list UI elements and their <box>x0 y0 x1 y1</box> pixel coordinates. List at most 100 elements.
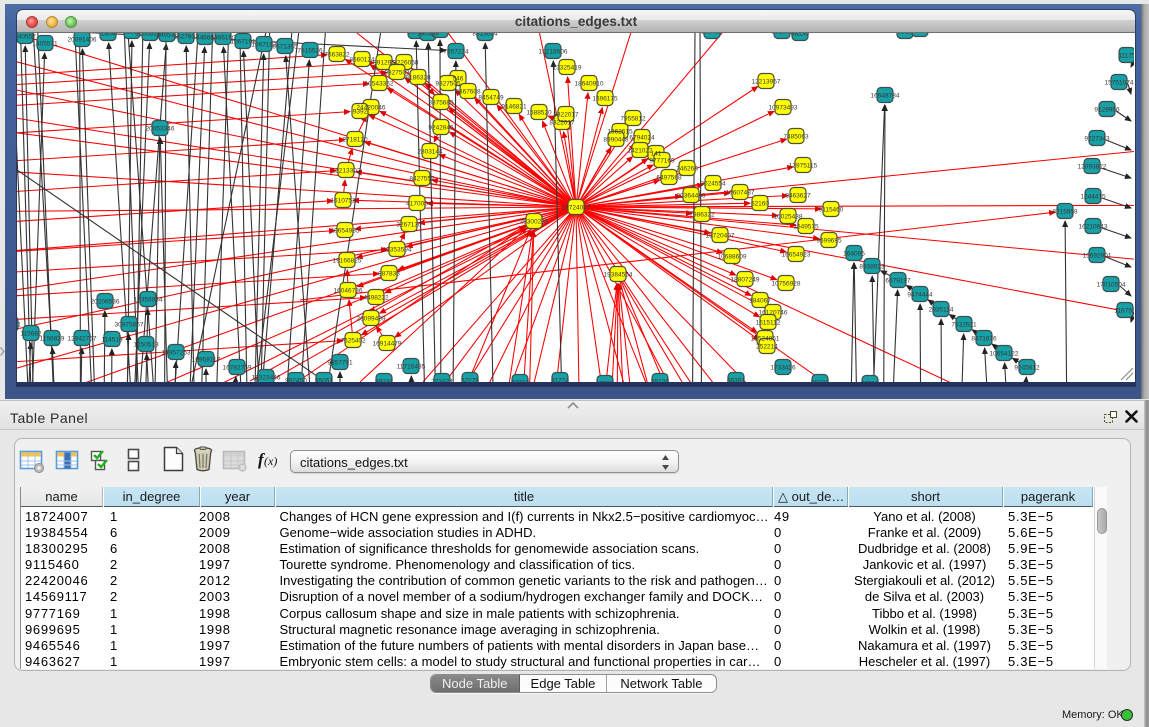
svg-text:19218506: 19218506 <box>539 49 568 56</box>
svg-text:2803144: 2803144 <box>417 149 443 156</box>
svg-text:17010504: 17010504 <box>1097 282 1126 289</box>
svg-text:7857224: 7857224 <box>443 49 469 56</box>
svg-text:20091406: 20091406 <box>68 37 97 44</box>
svg-text:8454749: 8454749 <box>478 95 504 102</box>
svg-text:3875685: 3875685 <box>428 100 454 107</box>
svg-text:8322017: 8322017 <box>549 120 575 127</box>
svg-text:12213302: 12213302 <box>332 168 361 175</box>
svg-text:7485063: 7485063 <box>783 134 809 141</box>
svg-text:15720407: 15720407 <box>706 233 735 240</box>
svg-text:19524851: 19524851 <box>751 336 780 343</box>
svg-text:12093822: 12093822 <box>1078 164 1107 171</box>
svg-text:8990448: 8990448 <box>603 137 629 144</box>
svg-text:11716485: 11716485 <box>397 364 426 371</box>
svg-text:166487: 166487 <box>701 33 723 36</box>
svg-text:164095: 164095 <box>843 251 865 258</box>
svg-text:9115460: 9115460 <box>819 207 844 214</box>
svg-text:23226058: 23226058 <box>390 60 419 67</box>
svg-text:13353594: 13353594 <box>383 247 412 254</box>
svg-text:141: 141 <box>651 151 662 158</box>
svg-text:417006: 417006 <box>406 201 428 208</box>
svg-text:16654923: 16654923 <box>782 252 811 259</box>
svg-text:1610752: 1610752 <box>330 198 356 205</box>
svg-text:13975115: 13975115 <box>789 163 818 170</box>
svg-text:140557: 140557 <box>17 34 36 41</box>
svg-text:114519: 114519 <box>101 337 123 344</box>
svg-text:1244415: 1244415 <box>1080 194 1106 201</box>
svg-text:13325419: 13325419 <box>553 65 582 72</box>
svg-text:19384554: 19384554 <box>604 272 633 279</box>
svg-text:15692901: 15692901 <box>1083 253 1112 260</box>
svg-text:10654122: 10654122 <box>990 351 1019 358</box>
svg-text:9857791: 9857791 <box>327 360 353 367</box>
svg-text:20364436: 20364436 <box>677 193 706 200</box>
svg-text:12323446: 12323446 <box>252 375 281 382</box>
svg-text:16914479: 16914479 <box>373 341 402 348</box>
svg-text:2935114: 2935114 <box>929 307 954 314</box>
svg-text:16648784: 16648784 <box>871 93 900 100</box>
svg-text:9392: 9392 <box>353 109 368 116</box>
svg-text:6794024: 6794024 <box>629 135 655 142</box>
svg-text:26099489: 26099489 <box>357 316 386 323</box>
svg-text:19654985: 19654985 <box>331 228 360 235</box>
svg-text:8813: 8813 <box>898 33 913 36</box>
svg-text:10973493: 10973493 <box>769 105 798 112</box>
svg-text:8322017: 8322017 <box>553 112 579 119</box>
svg-text:9129966: 9129966 <box>1094 107 1120 114</box>
svg-text:9227343: 9227343 <box>1084 136 1110 143</box>
svg-text:18807249: 18807249 <box>731 277 760 284</box>
svg-text:9245612: 9245612 <box>1014 365 1040 372</box>
svg-text:10958117: 10958117 <box>192 357 221 364</box>
svg-text:7986322: 7986322 <box>689 212 715 219</box>
svg-text:10688609: 10688609 <box>718 254 747 261</box>
svg-text:8186328: 8186328 <box>405 75 431 82</box>
svg-text:7663822: 7663822 <box>324 52 350 59</box>
svg-text:1696175: 1696175 <box>592 96 618 103</box>
svg-text:25300295: 25300295 <box>520 219 549 226</box>
svg-text:8660124: 8660124 <box>349 57 375 64</box>
svg-text:6671355: 6671355 <box>272 44 298 51</box>
svg-text:18640910: 18640910 <box>575 81 604 88</box>
svg-text:9474444: 9474444 <box>907 292 933 299</box>
svg-text:10756928: 10756928 <box>772 281 801 288</box>
svg-text:116753: 116753 <box>1114 308 1134 315</box>
svg-text:1421022: 1421022 <box>627 148 653 155</box>
svg-text:8427552: 8427552 <box>409 176 435 183</box>
svg-text:17957253: 17957253 <box>162 350 191 357</box>
svg-text:2718120: 2718120 <box>342 137 368 144</box>
svg-text:16782759: 16782759 <box>223 365 252 372</box>
svg-text:6497568: 6497568 <box>656 175 682 182</box>
svg-text:8215958: 8215958 <box>1052 209 1078 216</box>
svg-text:8091: 8091 <box>433 33 448 35</box>
svg-text:(x): (x) <box>264 454 277 468</box>
svg-text:17359934: 17359934 <box>134 297 163 304</box>
svg-text:1733426: 1733426 <box>770 365 796 372</box>
svg-text:1588520: 1588520 <box>526 110 552 117</box>
svg-text:88130: 88130 <box>791 33 809 38</box>
svg-text:7625402: 7625402 <box>340 338 366 345</box>
svg-text:8813054: 8813054 <box>472 33 498 38</box>
svg-text:252214: 252214 <box>756 344 778 351</box>
svg-text:16046736: 16046736 <box>334 288 363 295</box>
svg-text:20206536: 20206536 <box>91 299 120 306</box>
svg-text:1405571: 1405571 <box>32 41 58 48</box>
svg-text:9327505: 9327505 <box>435 81 461 88</box>
svg-text:12213967: 12213967 <box>752 79 781 86</box>
svg-text:30975867: 30975867 <box>115 322 144 329</box>
svg-text:2367608: 2367608 <box>455 89 481 96</box>
svg-text:1549575: 1549575 <box>793 224 819 231</box>
svg-text:16120746: 16120746 <box>759 310 788 317</box>
svg-text:10025438: 10025438 <box>774 214 803 221</box>
svg-text:887833: 887833 <box>378 271 400 278</box>
svg-text:16210643: 16210643 <box>1079 224 1108 231</box>
svg-text:15751074: 15751074 <box>1105 80 1134 87</box>
svg-text:9146821: 9146821 <box>501 104 527 111</box>
svg-text:10607487: 10607487 <box>726 190 755 197</box>
svg-text:6679197: 6679197 <box>885 278 911 285</box>
svg-text:746266: 746266 <box>676 166 698 173</box>
svg-text:11175: 11175 <box>1118 53 1134 60</box>
svg-text:9242845: 9242845 <box>428 125 454 132</box>
svg-text:11175: 11175 <box>911 33 928 34</box>
svg-text:19166825: 19166825 <box>333 258 362 265</box>
svg-text:7955812: 7955812 <box>620 116 646 123</box>
